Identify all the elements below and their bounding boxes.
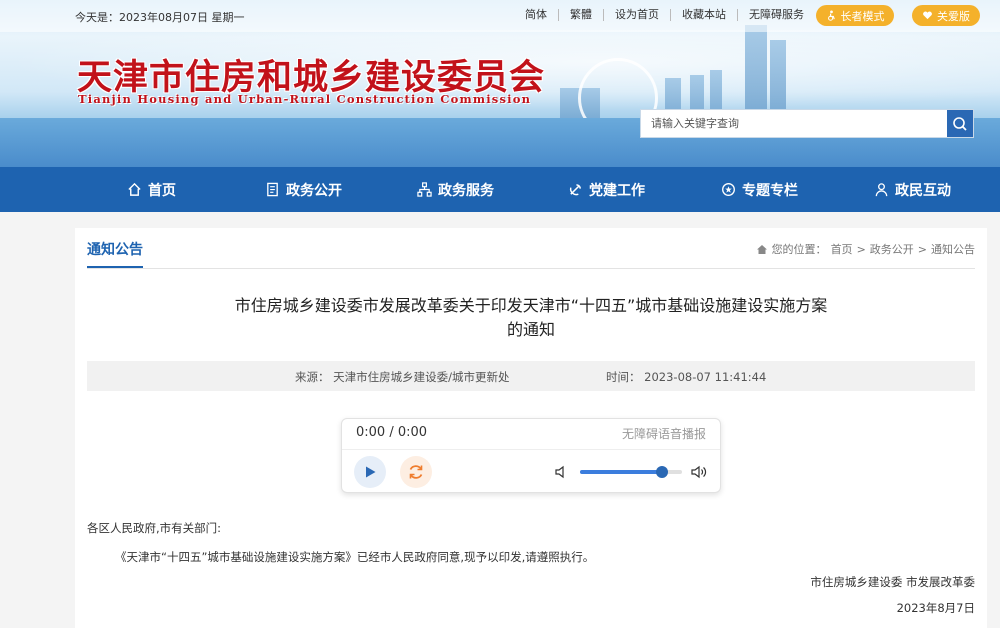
article-signature: 市住房城乡建设委 市发展改革委 [810,575,975,589]
nav-item-party-building[interactable]: 党建工作 [568,167,645,212]
nav-label: 政务公开 [286,182,342,199]
tab-notices[interactable]: 通知公告 [87,239,143,269]
nav-label: 政民互动 [895,182,951,199]
article-source: 来源： 天津市住房城乡建设委/城市更新处 [295,369,510,385]
search-icon [953,116,967,131]
breadcrumb-prefix: 您的位置： [771,243,827,256]
nav-item-special-topics[interactable]: 专题专栏 [721,167,798,212]
care-mode-button[interactable]: 关爱版 [912,5,980,26]
volume-up-button[interactable] [690,464,708,483]
article-meta: 来源： 天津市住房城乡建设委/城市更新处 时间： 2023-08-07 11:4… [87,361,975,391]
article-title: 市住房城乡建设委市发展改革委关于印发天津市“十四五”城市基础设施建设实施方案 的… [87,294,975,342]
article-time: 时间： 2023-08-07 11:41:44 [606,369,766,385]
player-divider [342,449,720,450]
tab-divider [87,268,975,269]
breadcrumb-separator: > [856,242,866,256]
source-label: 来源： [295,370,330,384]
volume-knob[interactable] [655,466,668,478]
main-nav: 首页 政务公开 政务服务 党建工作 专题专栏 政民互动 [0,167,1000,212]
home-icon [128,182,141,196]
nav-item-gov-affairs[interactable]: 政务公开 [265,167,342,212]
wheelchair-icon [827,10,835,21]
link-simplified[interactable]: 简体 [514,9,558,21]
current-date: 今天是：2023年08月07日 星期一 [75,11,245,24]
nav-item-home[interactable]: 首页 [127,167,176,212]
link-bookmark[interactable]: 收藏本站 [670,9,737,21]
breadcrumb-home[interactable]: 首页 [831,241,853,257]
article-salutation: 各区人民政府,市有关部门: [87,521,222,535]
org-chart-icon [417,182,432,197]
volume-low-icon [555,465,564,479]
badge-icon [722,183,735,196]
breadcrumb-separator: > [917,242,927,256]
article-paragraph: 《天津市“十四五”城市基础设施建设实施方案》已经市人民政府同意,现予以印发,请遵… [115,550,595,564]
link-accessibility[interactable]: 无障碍服务 [737,9,815,21]
care-mode-label: 关爱版 [937,9,970,23]
article-title-line: 市住房城乡建设委市发展改革委关于印发天津市“十四五”城市基础设施建设实施方案 [234,296,828,315]
volume-slider[interactable] [580,466,682,478]
link-traditional[interactable]: 繁體 [558,9,603,21]
utility-links: 简体 繁體 设为首页 收藏本站 无障碍服务 [514,9,815,21]
nav-label: 专题专栏 [742,182,798,199]
article-title-line: 的通知 [506,320,555,339]
home-icon [756,244,767,254]
volume-fill [580,470,662,474]
content-panel: 通知公告 您的位置： 首页 > 政务公开 > 通知公告 市住房城乡建设委市发展改… [75,228,987,628]
time-value: 2023-08-07 11:41:44 [644,370,767,384]
nav-item-gov-services[interactable]: 政务服务 [417,167,494,212]
breadcrumb-notices[interactable]: 通知公告 [931,241,975,257]
player-time: 0:00 / 0:00 [356,425,428,440]
breadcrumb-gov-affairs[interactable]: 政务公开 [870,241,914,257]
source-value: 天津市住房城乡建设委/城市更新处 [333,370,510,384]
search-input[interactable] [641,110,973,137]
party-emblem-icon [569,184,581,196]
search-box [640,109,974,138]
document-icon [267,182,278,197]
user-icon [875,183,888,197]
site-subtitle: Tianjin Housing and Urban-Rural Construc… [78,92,532,106]
elder-mode-button[interactable]: 长者模式 [816,5,894,26]
top-utility-bar: 今天是：2023年08月07日 星期一 简体 繁體 设为首页 收藏本站 无障碍服… [0,0,1000,32]
play-icon [366,466,376,478]
nav-item-public-interaction[interactable]: 政民互动 [874,167,951,212]
refresh-icon [409,465,423,479]
search-button[interactable] [947,110,973,137]
replay-button[interactable] [400,456,432,488]
breadcrumb: 您的位置： 首页 > 政务公开 > 通知公告 [756,241,975,257]
volume-down-button[interactable] [554,464,568,483]
play-button[interactable] [354,456,386,488]
volume-high-icon [691,465,707,479]
nav-label: 政务服务 [438,182,494,199]
article-sign-date: 2023年8月7日 [896,601,975,615]
link-set-homepage[interactable]: 设为首页 [603,9,670,21]
player-label: 无障碍语音播报 [621,427,706,441]
audio-player: 0:00 / 0:00 无障碍语音播报 [341,418,721,493]
heart-hand-icon [923,11,932,20]
time-label: 时间： [606,370,641,384]
nav-label: 首页 [148,182,176,199]
nav-label: 党建工作 [589,182,645,199]
elder-mode-label: 长者模式 [840,9,885,23]
